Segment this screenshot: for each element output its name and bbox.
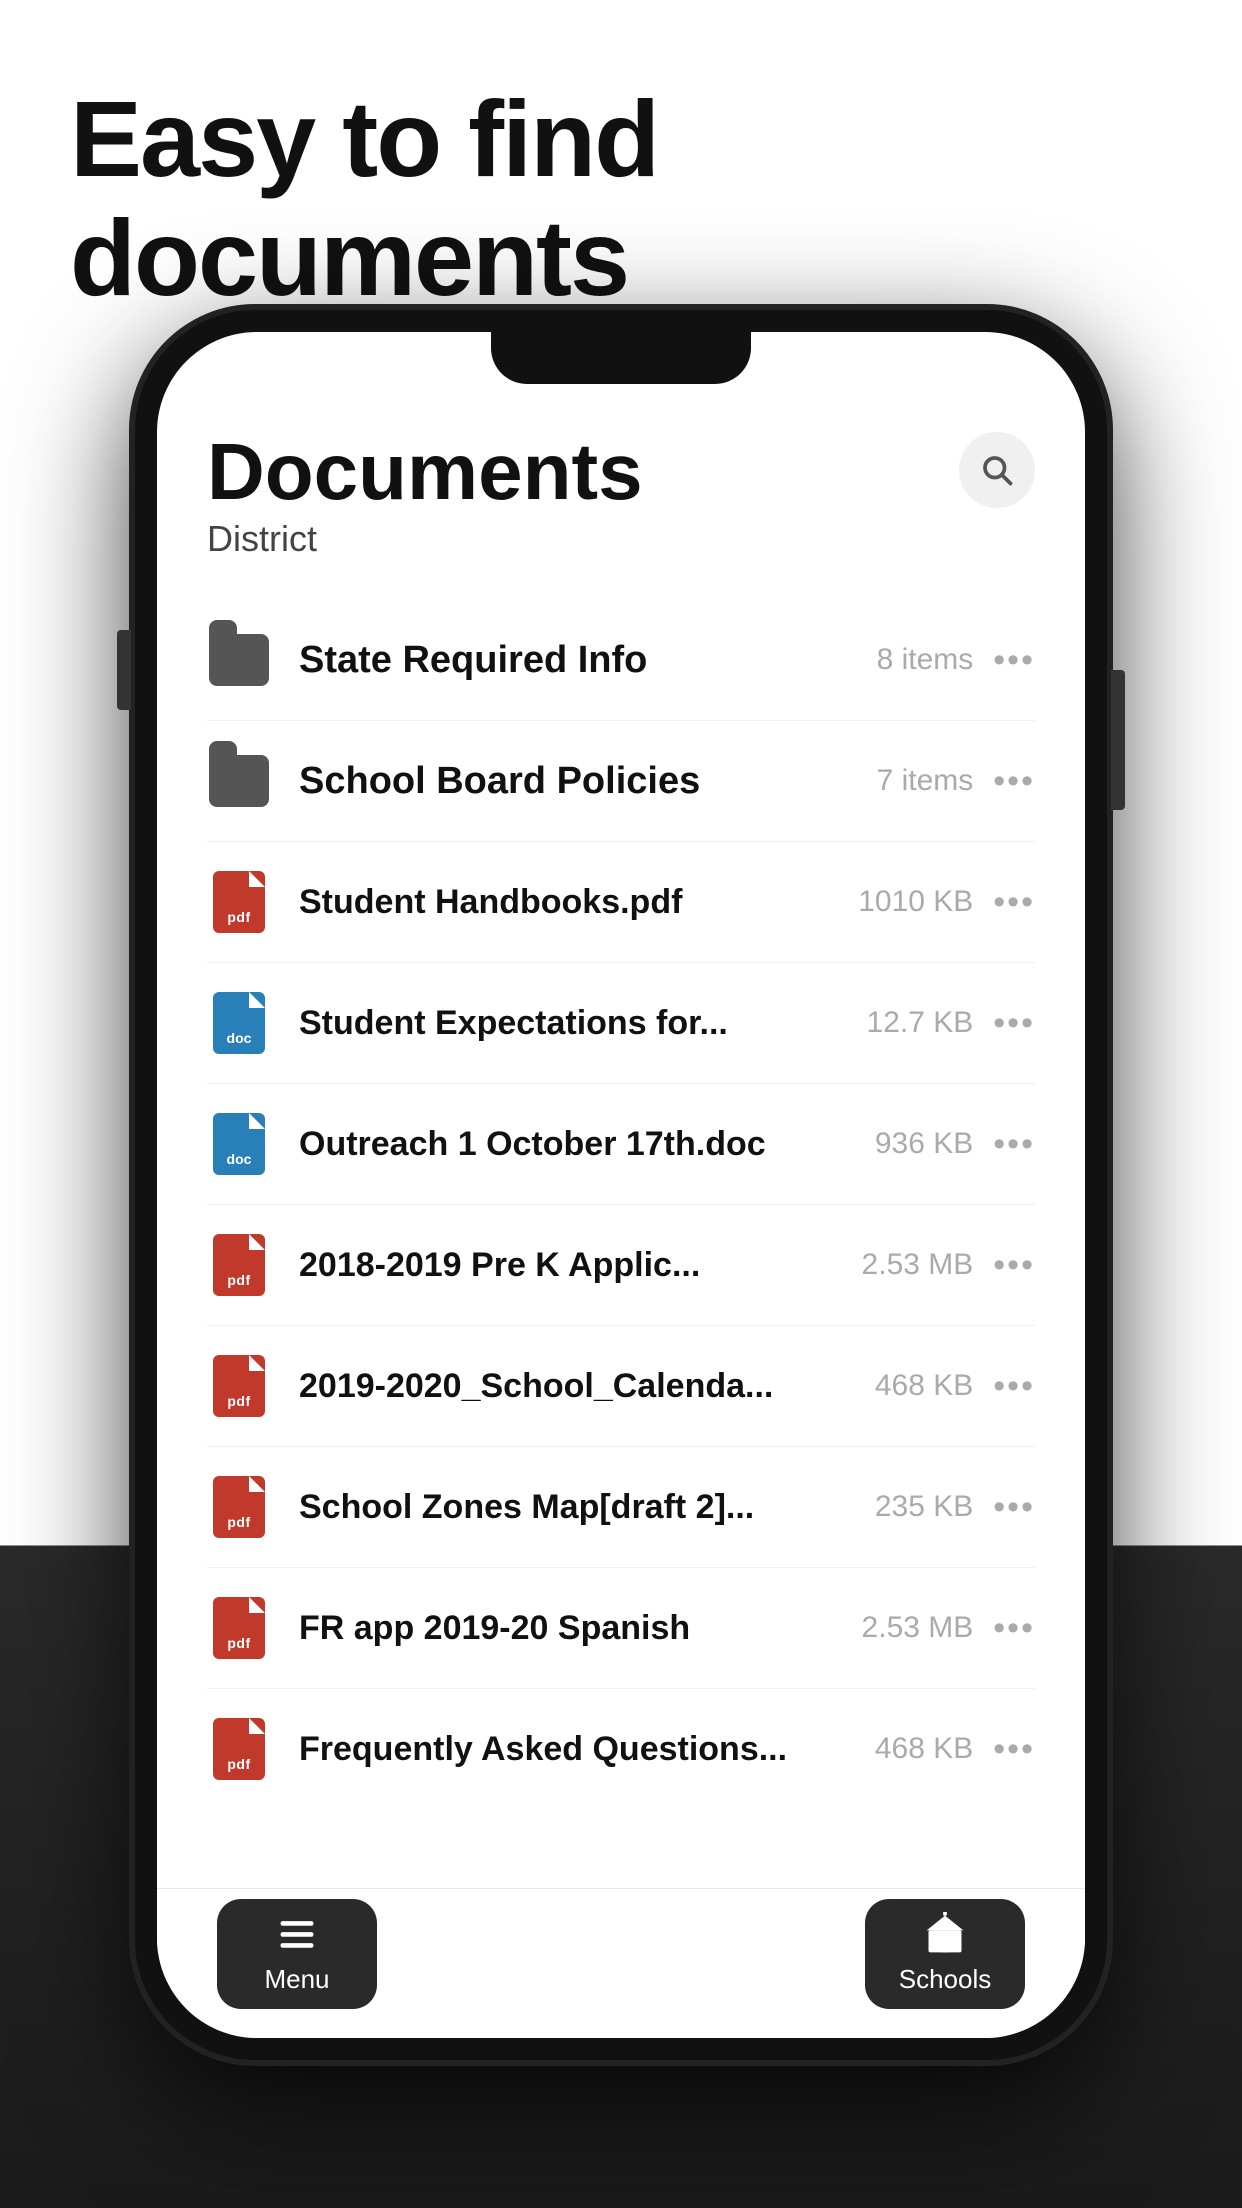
list-item[interactable]: School Zones Map[draft 2]... 235 KB ••• xyxy=(207,1447,1035,1568)
item-name: School Zones Map[draft 2]... xyxy=(299,1488,855,1527)
item-meta: 12.7 KB xyxy=(867,1006,974,1040)
item-info: Student Handbooks.pdf xyxy=(299,883,838,922)
more-options-button[interactable]: ••• xyxy=(993,1246,1035,1285)
item-meta: 468 KB xyxy=(875,1732,973,1766)
search-button[interactable] xyxy=(959,432,1035,508)
app-subtitle: District xyxy=(207,518,1035,560)
item-name: 2019-2020_School_Calenda... xyxy=(299,1367,855,1406)
list-item[interactable]: Outreach 1 October 17th.doc 936 KB ••• xyxy=(207,1084,1035,1205)
tab-bar: Menu Schools xyxy=(157,1888,1085,2038)
item-meta: 2.53 MB xyxy=(862,1611,974,1645)
item-meta: 8 items xyxy=(877,643,974,677)
item-info: 2019-2020_School_Calenda... xyxy=(299,1367,855,1406)
doc-icon xyxy=(207,1112,271,1176)
item-name: Student Handbooks.pdf xyxy=(299,883,838,922)
more-options-button[interactable]: ••• xyxy=(993,1730,1035,1769)
pdf-icon xyxy=(207,1354,271,1418)
schools-tab-button[interactable]: Schools xyxy=(865,1899,1025,2009)
list-item[interactable]: Student Expectations for... 12.7 KB ••• xyxy=(207,963,1035,1084)
pdf-icon xyxy=(207,1717,271,1781)
more-options-button[interactable]: ••• xyxy=(993,1004,1035,1043)
screen-content: Documents District State Re xyxy=(157,392,1085,2038)
item-info: Outreach 1 October 17th.doc xyxy=(299,1125,855,1164)
item-name: School Board Policies xyxy=(299,760,857,803)
schools-icon xyxy=(923,1912,967,1956)
item-meta: 7 items xyxy=(877,764,974,798)
item-name: Frequently Asked Questions... xyxy=(299,1730,855,1769)
list-item[interactable]: Student Handbooks.pdf 1010 KB ••• xyxy=(207,842,1035,963)
pdf-icon xyxy=(207,1233,271,1297)
phone-frame: Documents District State Re xyxy=(135,310,1107,2060)
item-info: 2018-2019 Pre K Applic... xyxy=(299,1246,842,1285)
phone-notch xyxy=(491,332,751,384)
item-info: Student Expectations for... xyxy=(299,1004,847,1043)
item-info: School Zones Map[draft 2]... xyxy=(299,1488,855,1527)
more-options-button[interactable]: ••• xyxy=(993,762,1035,801)
search-icon xyxy=(979,452,1015,488)
more-options-button[interactable]: ••• xyxy=(993,1367,1035,1406)
item-meta: 936 KB xyxy=(875,1127,973,1161)
more-options-button[interactable]: ••• xyxy=(993,1488,1035,1527)
folder-icon xyxy=(207,628,271,692)
phone-screen: Documents District State Re xyxy=(157,332,1085,2038)
list-item[interactable]: Frequently Asked Questions... 468 KB ••• xyxy=(207,1689,1035,1809)
list-item[interactable]: FR app 2019-20 Spanish 2.53 MB ••• xyxy=(207,1568,1035,1689)
list-item[interactable]: 2018-2019 Pre K Applic... 2.53 MB ••• xyxy=(207,1205,1035,1326)
pdf-icon xyxy=(207,1475,271,1539)
schools-tab-label: Schools xyxy=(899,1964,992,1995)
list-item[interactable]: 2019-2020_School_Calenda... 468 KB ••• xyxy=(207,1326,1035,1447)
document-list: State Required Info 8 items ••• School B… xyxy=(157,580,1085,1809)
more-options-button[interactable]: ••• xyxy=(993,641,1035,680)
item-name: Outreach 1 October 17th.doc xyxy=(299,1125,855,1164)
app-title: Documents xyxy=(207,432,1035,512)
more-options-button[interactable]: ••• xyxy=(993,1125,1035,1164)
doc-icon xyxy=(207,991,271,1055)
item-info: School Board Policies xyxy=(299,760,857,803)
item-info: State Required Info xyxy=(299,639,857,682)
item-info: FR app 2019-20 Spanish xyxy=(299,1609,842,1648)
list-item[interactable]: State Required Info 8 items ••• xyxy=(207,600,1035,721)
item-meta: 1010 KB xyxy=(858,885,973,919)
menu-icon xyxy=(275,1912,319,1956)
item-name: FR app 2019-20 Spanish xyxy=(299,1609,842,1648)
item-info: Frequently Asked Questions... xyxy=(299,1730,855,1769)
more-options-button[interactable]: ••• xyxy=(993,1609,1035,1648)
item-meta: 235 KB xyxy=(875,1490,973,1524)
item-meta: 2.53 MB xyxy=(862,1248,974,1282)
page-headline: Easy to find documents xyxy=(70,80,1172,318)
item-name: 2018-2019 Pre K Applic... xyxy=(299,1246,842,1285)
folder-icon xyxy=(207,749,271,813)
item-meta: 468 KB xyxy=(875,1369,973,1403)
item-name: Student Expectations for... xyxy=(299,1004,847,1043)
menu-tab-label: Menu xyxy=(264,1964,329,1995)
app-header: Documents District xyxy=(157,392,1085,580)
item-name: State Required Info xyxy=(299,639,857,682)
more-options-button[interactable]: ••• xyxy=(993,883,1035,922)
list-item[interactable]: School Board Policies 7 items ••• xyxy=(207,721,1035,842)
pdf-icon xyxy=(207,870,271,934)
menu-tab-button[interactable]: Menu xyxy=(217,1899,377,2009)
pdf-icon xyxy=(207,1596,271,1660)
